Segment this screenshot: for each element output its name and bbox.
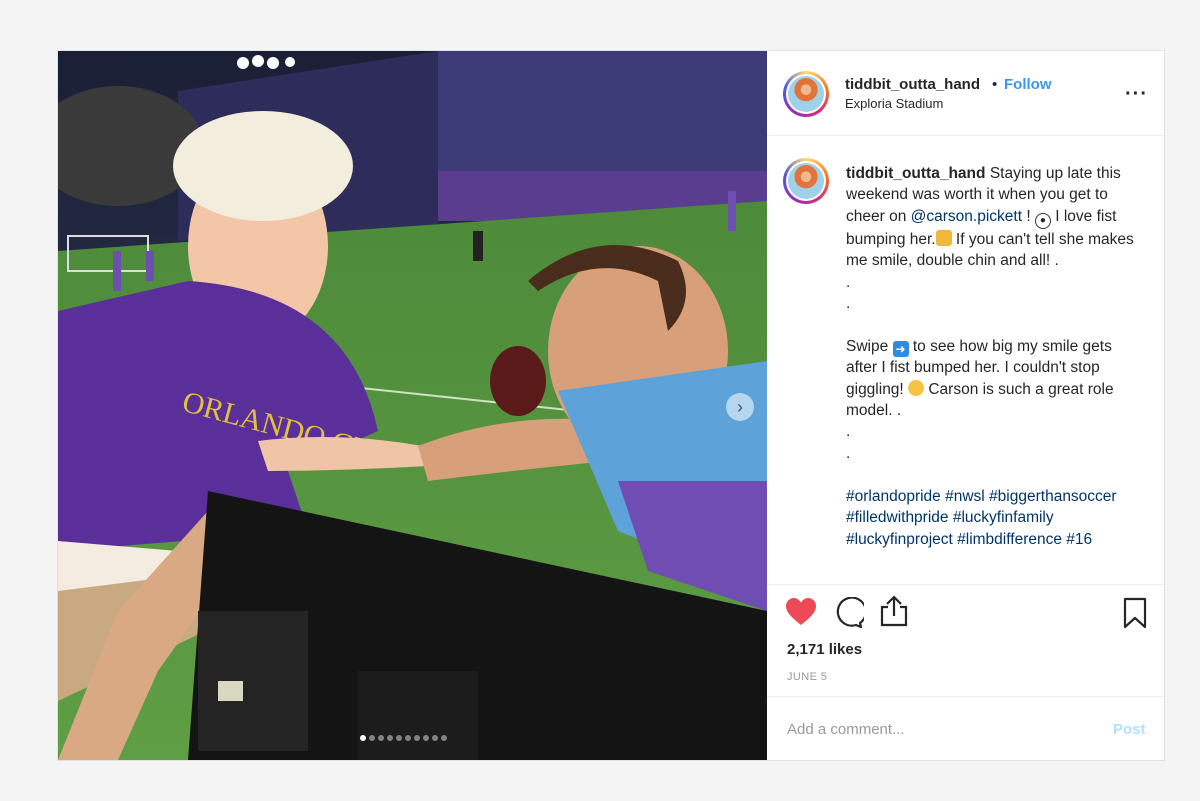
caption-mention[interactable]: @carson.pickett <box>911 208 1022 225</box>
carousel-dot <box>441 735 447 741</box>
follow-button[interactable]: Follow <box>1004 76 1052 93</box>
post-location[interactable]: Exploria Stadium <box>845 96 943 111</box>
post-header: tiddbit_outta_hand • Follow Exploria Sta… <box>767 51 1164 136</box>
caption-swipe-1: Swipe <box>846 337 893 355</box>
share-icon[interactable] <box>879 595 909 627</box>
hashtag-link[interactable]: #orlandopride <box>846 488 941 505</box>
hashtag-link[interactable]: #luckyfinfamily <box>953 509 1054 526</box>
chevron-right-icon: › <box>737 396 743 417</box>
carousel-dot <box>396 735 402 741</box>
hashtag-link[interactable]: #limbdifference <box>957 531 1062 548</box>
fist-bump-icon <box>935 229 952 246</box>
hashtag-link[interactable]: #filledwithpride <box>846 509 949 526</box>
hashtag-link[interactable]: #nwsl <box>945 488 985 505</box>
post-comment-button[interactable]: Post <box>1113 721 1146 738</box>
header-separator: • <box>992 76 998 93</box>
right-arrow-icon: ➜ <box>892 340 909 357</box>
hashtag-link[interactable]: #16 <box>1066 531 1092 548</box>
comment-icon[interactable] <box>832 597 864 629</box>
soccer-ball-icon: ● <box>1034 212 1051 229</box>
caption-dot-2: . <box>846 295 851 313</box>
bookmark-icon[interactable] <box>1123 597 1147 629</box>
author-avatar[interactable] <box>783 71 829 117</box>
likes-count[interactable]: 2,171 likes <box>787 641 862 658</box>
post-date[interactable]: JUNE 5 <box>787 671 827 683</box>
carousel-dot <box>387 735 393 741</box>
carousel-dot <box>369 735 375 741</box>
carousel-dot <box>405 735 411 741</box>
post-caption: tiddbit_outta_hand Staying up late this … <box>846 163 1141 550</box>
caption-author-avatar[interactable] <box>783 158 829 204</box>
carousel-dot <box>432 735 438 741</box>
grinning-face-icon <box>908 379 925 396</box>
add-comment-bar: Add a comment... Post <box>767 696 1164 760</box>
heart-icon[interactable] <box>785 597 817 627</box>
hashtag-link[interactable]: #biggerthansoccer <box>989 488 1117 505</box>
comment-input[interactable]: Add a comment... <box>787 721 905 738</box>
post-side-panel: tiddbit_outta_hand • Follow Exploria Sta… <box>767 51 1164 760</box>
carousel-dot <box>423 735 429 741</box>
caption-dot-4: . <box>846 444 851 462</box>
post-photo[interactable]: ORLANDO CITY › <box>58 51 767 760</box>
comments-section[interactable]: tiddbit_outta_hand Staying up late this … <box>767 136 1164 584</box>
caption-hashtags: #orlandopride #nwsl #biggerthansoccer #f… <box>846 488 1117 548</box>
carousel-dot <box>360 735 366 741</box>
caption-text-2: ! <box>1022 207 1035 225</box>
more-options-icon[interactable]: ··· <box>1125 83 1148 106</box>
instagram-post: ORLANDO CITY › tiddbit_outta_hand • Foll… <box>57 50 1165 761</box>
hashtag-link[interactable]: #luckyfinproject <box>846 531 953 548</box>
carousel-dot <box>378 735 384 741</box>
post-photo-illustration: ORLANDO CITY <box>58 51 767 760</box>
caption-dot-1: . <box>846 273 851 291</box>
caption-dot-3: . <box>846 423 851 441</box>
carousel-dot <box>414 735 420 741</box>
post-actions: 2,171 likes JUNE 5 <box>767 584 1164 696</box>
carousel-next-button[interactable]: › <box>726 393 754 421</box>
carousel-dots <box>360 735 447 741</box>
author-username[interactable]: tiddbit_outta_hand <box>845 76 980 93</box>
caption-username[interactable]: tiddbit_outta_hand <box>846 165 986 182</box>
